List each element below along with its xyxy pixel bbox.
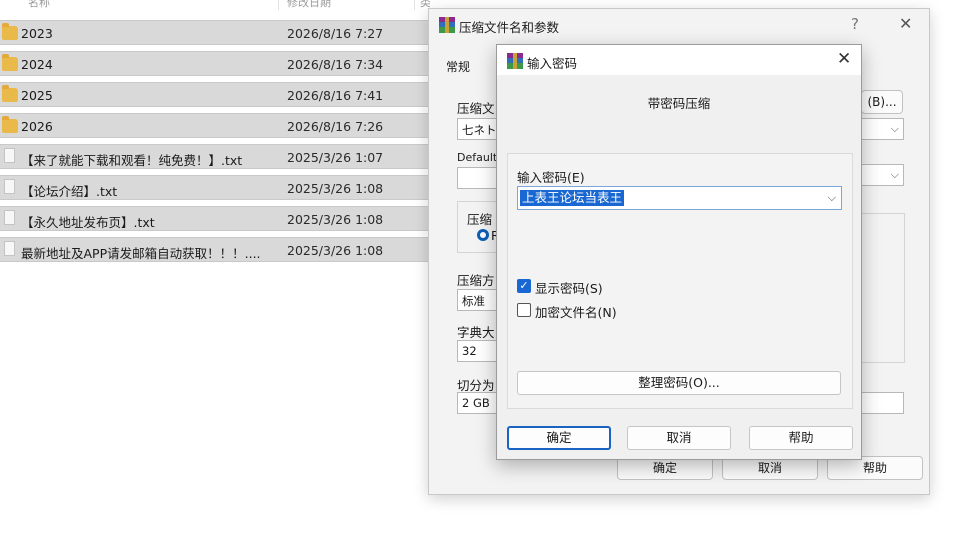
file-name: 【来了就能下载和观看！纯免费！】.txt: [21, 153, 243, 168]
file-date: 2026/8/16 7:27: [287, 26, 384, 41]
text-file-icon: [4, 148, 15, 163]
cancel-button[interactable]: 取消: [627, 426, 731, 450]
archive-name-dropdown[interactable]: ⌵: [861, 118, 904, 140]
update-mode-dropdown[interactable]: ⌵: [861, 164, 904, 186]
folder-icon: [2, 85, 18, 102]
method-label: 压缩方: [457, 273, 495, 288]
list-item[interactable]: 最新地址及APP请发邮箱自动获取！！！.... 2025/3/26 1:08: [0, 237, 430, 262]
dialog-title: 压缩文件名和参数: [459, 20, 560, 35]
winrar-icon: [507, 53, 523, 69]
organize-passwords-button[interactable]: 整理密码(O)...: [517, 371, 841, 395]
split-dropdown[interactable]: 2 GB: [457, 392, 497, 414]
folder-icon: [2, 116, 18, 133]
dict-label: 字典大: [457, 325, 495, 340]
dialog-subtitle: 带密码压缩: [647, 96, 711, 111]
password-text: 上表王论坛当表王: [520, 190, 625, 206]
list-item[interactable]: 【永久地址发布页】.txt 2025/3/26 1:08: [0, 206, 430, 231]
profile-field[interactable]: [457, 167, 497, 189]
archive-name-label: 压缩文: [457, 101, 495, 116]
file-date: 2025/3/26 1:08: [287, 212, 384, 227]
column-header-name[interactable]: 名称: [28, 0, 50, 10]
dict-dropdown[interactable]: 32: [457, 340, 497, 362]
column-divider[interactable]: [414, 0, 415, 10]
file-list: 名称 修改日期 类型 2023 2026/8/16 7:27 2024 2026…: [0, 0, 430, 535]
tab-general[interactable]: 常规: [446, 58, 470, 75]
folder-icon: [2, 54, 18, 71]
file-name: 2023: [21, 26, 53, 41]
file-date: 2025/3/26 1:08: [287, 243, 384, 258]
archive-name-field[interactable]: 七ネト: [457, 118, 497, 140]
file-date: 2026/8/16 7:34: [287, 57, 384, 72]
profile-label: Default: [457, 151, 498, 164]
folder-icon: [2, 23, 18, 40]
browse-button[interactable]: (B)...: [861, 90, 903, 114]
format-radio[interactable]: [477, 229, 489, 241]
file-date: 2025/3/26 1:08: [287, 181, 384, 196]
method-dropdown[interactable]: 标准: [457, 289, 497, 311]
dialog-titlebar[interactable]: 输入密码 ✕: [497, 45, 861, 75]
show-password-label[interactable]: 显示密码(S): [535, 278, 603, 297]
password-input[interactable]: 上表王论坛当表王 ⌵: [517, 186, 842, 210]
chevron-down-icon: ⌵: [890, 168, 899, 181]
help-button[interactable]: 帮助: [749, 426, 853, 450]
dialog-titlebar[interactable]: 压缩文件名和参数 ? ✕: [429, 9, 929, 41]
file-name: 2025: [21, 88, 53, 103]
list-item[interactable]: 2026 2026/8/16 7:26: [0, 113, 430, 138]
file-name: 【永久地址发布页】.txt: [21, 215, 155, 230]
show-password-checkbox[interactable]: ✓: [517, 279, 531, 293]
chevron-down-icon: ⌵: [890, 122, 899, 135]
encrypt-filenames-label[interactable]: 加密文件名(N): [535, 302, 617, 321]
file-date: 2026/8/16 7:41: [287, 88, 384, 103]
column-divider[interactable]: [278, 0, 279, 10]
close-icon[interactable]: ✕: [837, 49, 851, 69]
chevron-down-icon[interactable]: ⌵: [828, 191, 836, 205]
file-name: 【论坛介绍】.txt: [21, 184, 118, 199]
text-file-icon: [4, 241, 15, 256]
password-label: 输入密码(E): [517, 170, 585, 185]
file-date: 2025/3/26 1:07: [287, 150, 384, 165]
file-date: 2026/8/16 7:26: [287, 119, 384, 134]
column-header-date[interactable]: 修改日期: [287, 0, 331, 10]
list-item[interactable]: 【来了就能下载和观看！纯免费！】.txt 2025/3/26 1:07: [0, 144, 430, 169]
file-name: 2024: [21, 57, 53, 72]
text-file-icon: [4, 210, 15, 225]
list-item[interactable]: 【论坛介绍】.txt 2025/3/26 1:08: [0, 175, 430, 200]
file-name: 最新地址及APP请发邮箱自动获取！！！....: [21, 246, 261, 261]
ok-button[interactable]: 确定: [507, 426, 611, 450]
encrypt-filenames-checkbox[interactable]: [517, 303, 531, 317]
file-list-header: 名称 修改日期 类型: [0, 0, 430, 10]
winrar-icon: [439, 17, 455, 33]
list-item[interactable]: 2025 2026/8/16 7:41: [0, 82, 430, 107]
list-item[interactable]: 2023 2026/8/16 7:27: [0, 20, 430, 45]
file-name: 2026: [21, 119, 53, 134]
help-icon[interactable]: ?: [851, 15, 859, 33]
options-group: [861, 213, 905, 363]
close-icon[interactable]: ✕: [899, 14, 912, 33]
dialog-title: 输入密码: [527, 56, 578, 71]
list-item[interactable]: 2024 2026/8/16 7:34: [0, 51, 430, 76]
text-file-icon: [4, 179, 15, 194]
format-label: 压缩: [467, 212, 493, 227]
parameters-field[interactable]: [861, 392, 904, 414]
password-dialog: 输入密码 ✕ 带密码压缩 输入密码(E) 上表王论坛当表王 ⌵ ✓ 显示密码(S…: [496, 44, 862, 460]
